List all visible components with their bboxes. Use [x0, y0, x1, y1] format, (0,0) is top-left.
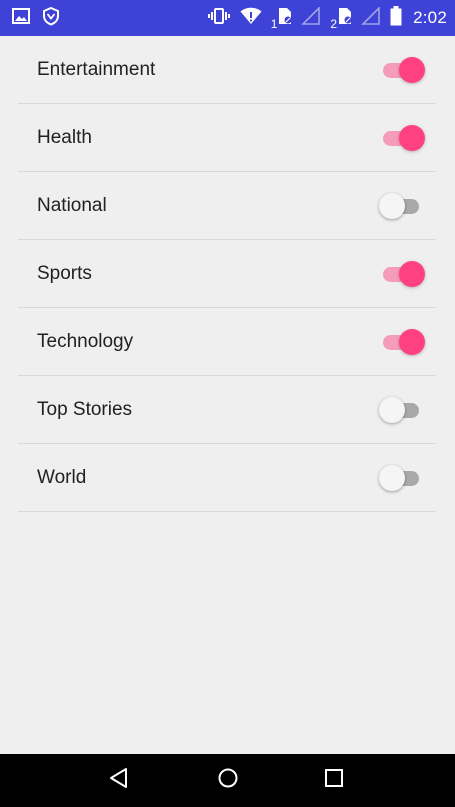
sim2-icon	[338, 7, 352, 30]
setting-label: Sports	[37, 262, 92, 284]
toggle-thumb	[399, 124, 425, 151]
sim2-label: 2	[330, 16, 338, 31]
setting-label: Technology	[37, 330, 134, 352]
signal-icon	[301, 5, 321, 30]
navigation-bar	[0, 754, 455, 807]
setting-row-technology[interactable]: Technology	[18, 308, 436, 376]
home-icon	[217, 767, 239, 794]
sim1-label: 1	[270, 16, 278, 31]
toggle-thumb	[379, 192, 405, 219]
back-icon	[109, 767, 129, 794]
vibrate-icon	[207, 7, 231, 30]
setting-label: Top Stories	[37, 398, 133, 420]
recents-button[interactable]	[304, 754, 364, 807]
toggle-thumb	[399, 260, 425, 287]
vpn-shield-icon	[42, 6, 60, 31]
toggle-thumb	[399, 328, 425, 355]
toggle-thumb	[399, 56, 425, 83]
toggle-thumb	[379, 396, 405, 423]
setting-row-sports[interactable]: Sports	[18, 240, 436, 308]
toggle-switch[interactable]	[379, 121, 427, 155]
status-bar-left	[12, 6, 60, 31]
back-button[interactable]	[89, 754, 149, 807]
recents-icon	[324, 768, 344, 793]
setting-label: World	[37, 466, 87, 488]
setting-label: Health	[37, 126, 92, 148]
setting-label: Entertainment	[37, 58, 156, 80]
sim1-icon	[278, 7, 292, 30]
battery-icon	[390, 5, 402, 31]
setting-row-top-stories[interactable]: Top Stories	[18, 376, 436, 444]
toggle-switch[interactable]	[379, 325, 427, 359]
signal-icon	[361, 5, 381, 30]
wifi-icon	[240, 7, 262, 30]
clock: 2:02	[413, 8, 447, 27]
toggle-switch[interactable]	[379, 53, 427, 87]
sim2-indicator: 2	[330, 7, 352, 30]
setting-row-world[interactable]: World	[18, 444, 436, 512]
status-bar-right: 1 2 2:02	[207, 5, 447, 31]
toggle-switch[interactable]	[379, 189, 427, 223]
category-settings-list: Entertainment Health National Sports Technol…	[0, 36, 455, 512]
setting-label: National	[37, 194, 107, 216]
toggle-switch[interactable]	[379, 257, 427, 291]
setting-row-national[interactable]: National	[18, 172, 436, 240]
toggle-switch[interactable]	[379, 393, 427, 427]
status-bar: 1 2 2:02	[0, 0, 455, 36]
gallery-notification-icon	[12, 7, 30, 29]
toggle-switch[interactable]	[379, 461, 427, 495]
toggle-thumb	[379, 464, 405, 491]
setting-row-health[interactable]: Health	[18, 104, 436, 172]
setting-row-entertainment[interactable]: Entertainment	[18, 36, 436, 104]
sim1-indicator: 1	[271, 7, 293, 30]
home-button[interactable]	[198, 754, 258, 807]
